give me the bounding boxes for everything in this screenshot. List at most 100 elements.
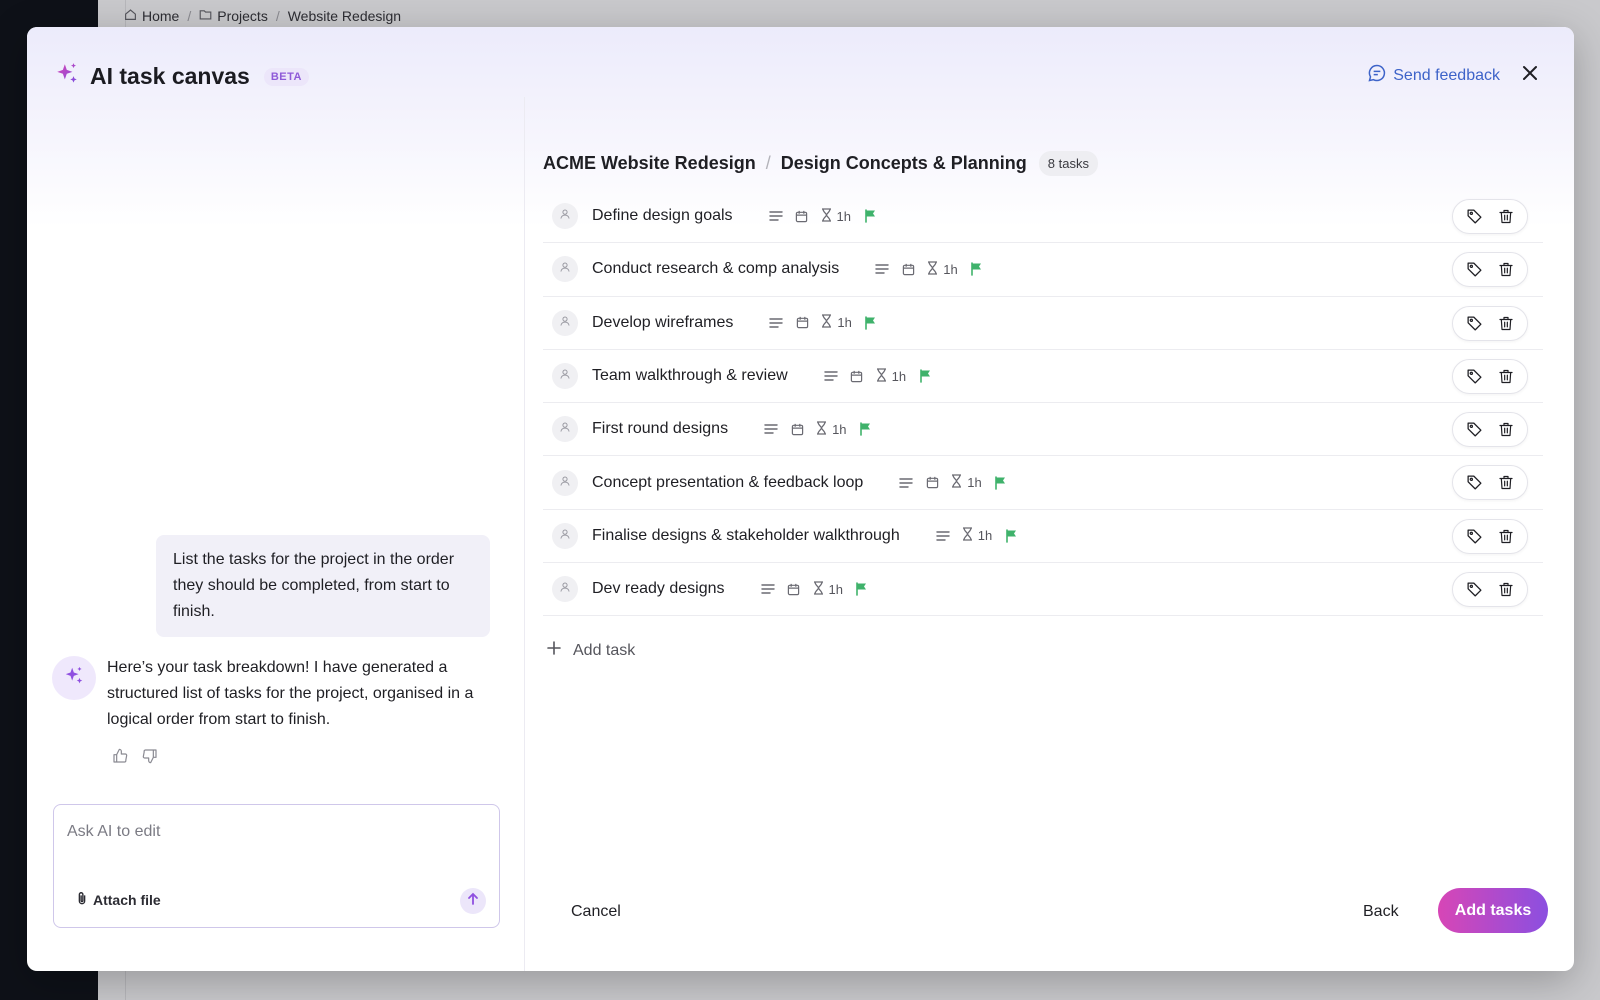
add-task-button[interactable]: Add task — [547, 641, 635, 660]
ai-avatar — [52, 656, 96, 700]
cancel-button[interactable]: Cancel — [557, 893, 635, 931]
tag-icon[interactable] — [1466, 421, 1484, 439]
tag-icon[interactable] — [1466, 261, 1484, 279]
assignee-avatar[interactable] — [552, 256, 578, 283]
task-row-actions — [1452, 305, 1528, 341]
time-estimate[interactable]: 1h — [927, 261, 958, 278]
time-estimate[interactable]: 1h — [876, 367, 907, 385]
time-estimate[interactable]: 1h — [816, 421, 847, 438]
description-icon[interactable] — [769, 316, 784, 330]
task-name[interactable]: First round designs — [592, 420, 728, 438]
time-estimate-value: 1h — [977, 528, 993, 544]
task-row-actions — [1452, 358, 1528, 394]
assignee-avatar[interactable] — [552, 469, 578, 496]
time-estimate[interactable]: 1h — [951, 474, 982, 491]
trash-icon[interactable] — [1497, 314, 1515, 332]
task-name[interactable]: Conduct research & comp analysis — [592, 260, 839, 278]
thumbs-up-icon[interactable] — [111, 747, 129, 765]
trash-icon[interactable] — [1497, 527, 1515, 545]
calendar-icon[interactable] — [790, 422, 804, 436]
task-row[interactable]: Team walkthrough & review 1h — [543, 350, 1543, 404]
breadcrumb-separator: / — [275, 8, 280, 24]
calendar-icon[interactable] — [787, 582, 801, 596]
trash-icon[interactable] — [1497, 367, 1515, 385]
breadcrumb-label: Website Redesign — [287, 8, 402, 24]
time-estimate[interactable]: 1h — [813, 581, 843, 598]
priority-flag-icon[interactable] — [863, 209, 877, 223]
priority-flag-icon[interactable] — [855, 582, 869, 597]
tag-icon[interactable] — [1466, 367, 1484, 385]
task-row[interactable]: Finalise designs & stakeholder walkthrou… — [543, 510, 1543, 564]
priority-flag-icon[interactable] — [864, 315, 878, 330]
breadcrumb-projects[interactable]: Projects — [199, 8, 268, 24]
trash-icon[interactable] — [1497, 208, 1515, 226]
time-estimate[interactable]: 1h — [821, 314, 852, 331]
task-row[interactable]: Dev ready designs 1h — [543, 563, 1543, 617]
folder-icon — [199, 8, 212, 24]
breadcrumb-current[interactable]: Website Redesign — [288, 8, 401, 24]
description-icon[interactable] — [823, 369, 838, 383]
task-row[interactable]: First round designs 1h — [543, 403, 1543, 457]
calendar-icon[interactable] — [850, 369, 864, 383]
trash-icon[interactable] — [1497, 421, 1515, 439]
task-row-actions — [1452, 252, 1528, 288]
sparkle-icon — [54, 61, 80, 92]
back-button[interactable]: Back — [1347, 893, 1415, 931]
tag-icon[interactable] — [1466, 474, 1484, 492]
priority-flag-icon[interactable] — [918, 369, 932, 383]
description-icon[interactable] — [936, 529, 950, 543]
section-name[interactable]: Design Concepts & Planning — [781, 153, 1027, 174]
task-name[interactable]: Dev ready designs — [592, 580, 725, 598]
priority-flag-icon[interactable] — [859, 422, 873, 437]
description-icon[interactable] — [764, 422, 778, 436]
task-row[interactable]: Develop wireframes 1h — [543, 297, 1543, 350]
task-name[interactable]: Develop wireframes — [592, 314, 733, 332]
person-icon — [559, 207, 571, 225]
trash-icon[interactable] — [1497, 581, 1515, 599]
assignee-avatar[interactable] — [552, 576, 578, 603]
task-name[interactable]: Finalise designs & stakeholder walkthrou… — [592, 527, 900, 545]
time-estimate-value: 1h — [943, 261, 958, 277]
calendar-icon[interactable] — [795, 209, 809, 223]
description-icon[interactable] — [875, 262, 889, 276]
tag-icon[interactable] — [1466, 314, 1484, 332]
task-row[interactable]: Concept presentation & feedback loop 1h — [543, 456, 1543, 510]
priority-flag-icon[interactable] — [1004, 529, 1018, 543]
send-button[interactable] — [460, 888, 486, 914]
priority-flag-icon[interactable] — [970, 262, 984, 277]
description-icon[interactable] — [768, 209, 783, 223]
send-feedback-button[interactable]: Send feedback — [1367, 63, 1500, 88]
breadcrumb-home[interactable]: Home — [124, 8, 179, 24]
time-estimate[interactable]: 1h — [962, 527, 992, 544]
assignee-avatar[interactable] — [552, 309, 578, 336]
priority-flag-icon[interactable] — [994, 475, 1008, 490]
calendar-icon[interactable] — [925, 476, 939, 490]
assignee-avatar[interactable] — [552, 522, 578, 549]
tag-icon[interactable] — [1466, 208, 1484, 226]
tag-icon[interactable] — [1466, 581, 1484, 599]
assignee-avatar[interactable] — [552, 416, 578, 443]
time-estimate[interactable]: 1h — [821, 207, 851, 225]
task-name[interactable]: Define design goals — [592, 207, 733, 225]
task-meta: 1h — [769, 314, 877, 331]
task-row[interactable]: Conduct research & comp analysis 1h — [543, 243, 1543, 297]
close-button[interactable] — [1518, 64, 1542, 88]
thumbs-down-icon[interactable] — [141, 747, 159, 765]
description-icon[interactable] — [760, 582, 775, 596]
calendar-icon[interactable] — [901, 262, 915, 276]
task-row[interactable]: Define design goals 1h — [543, 190, 1543, 244]
add-tasks-button[interactable]: Add tasks — [1438, 888, 1548, 933]
task-name[interactable]: Team walkthrough & review — [592, 367, 788, 385]
trash-icon[interactable] — [1497, 474, 1515, 492]
tag-icon[interactable] — [1466, 527, 1484, 545]
attach-file-button[interactable]: Attach file — [76, 891, 161, 908]
time-estimate-value: 1h — [891, 368, 907, 384]
description-icon[interactable] — [899, 476, 913, 490]
task-name[interactable]: Concept presentation & feedback loop — [592, 474, 863, 492]
ask-ai-input[interactable]: Ask AI to edit Attach file — [53, 804, 500, 928]
assignee-avatar[interactable] — [552, 203, 578, 230]
trash-icon[interactable] — [1497, 261, 1515, 279]
calendar-icon[interactable] — [795, 316, 809, 330]
assignee-avatar[interactable] — [552, 363, 578, 390]
project-name[interactable]: ACME Website Redesign — [543, 153, 756, 174]
